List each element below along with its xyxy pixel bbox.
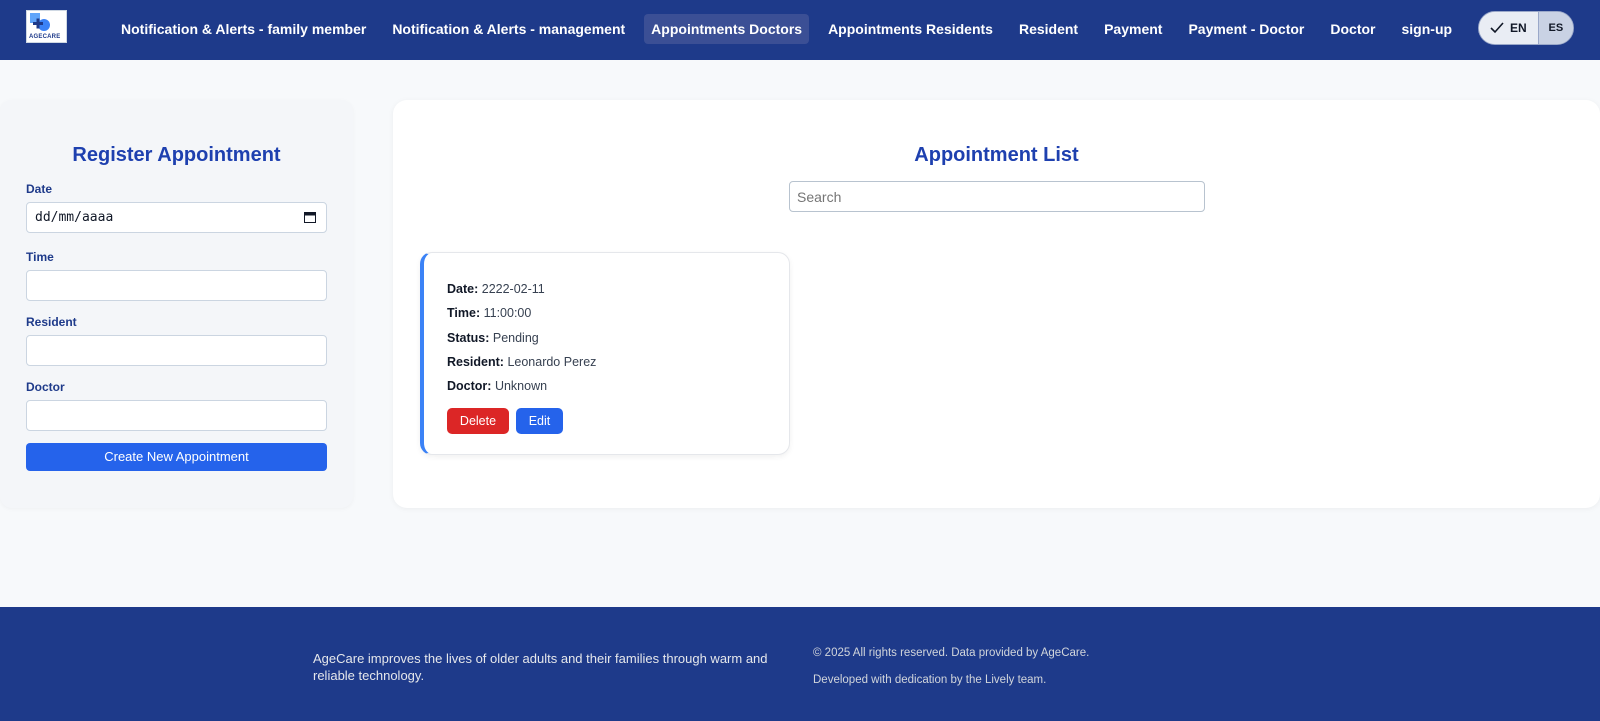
appointment-card: Date: 2222-02-11 Time: 11:00:00 Status: … — [420, 252, 790, 455]
appointment-time-label: Time: — [447, 306, 481, 320]
lang-es-label: ES — [1548, 22, 1564, 34]
nav-doctor[interactable]: Doctor — [1323, 14, 1382, 44]
doctor-input[interactable] — [26, 400, 327, 431]
nav-payment[interactable]: Payment — [1097, 14, 1169, 44]
time-label: Time — [26, 250, 54, 264]
appointment-doctor-row: Doctor: Unknown — [447, 379, 547, 393]
appointment-date-row: Date: 2222-02-11 — [447, 282, 545, 296]
appointment-date-value: 2222-02-11 — [481, 282, 545, 296]
nav-appointments-residents[interactable]: Appointments Residents — [821, 14, 1000, 44]
agecare-logo[interactable]: AGECARE — [26, 10, 67, 43]
lang-en-button[interactable]: EN — [1479, 12, 1538, 44]
nav-notifications-family[interactable]: Notification & Alerts - family member — [114, 14, 373, 44]
edit-button[interactable]: Edit — [516, 408, 563, 434]
logo-text: AGECARE — [29, 34, 61, 40]
footer-developed-by: Developed with dedication by the Lively … — [813, 674, 1047, 686]
nav-notifications-management[interactable]: Notification & Alerts - management — [385, 14, 632, 44]
top-navbar: AGECARE Notification & Alerts - family m… — [0, 0, 1600, 60]
delete-button[interactable]: Delete — [447, 408, 509, 434]
nav-appointments-doctors[interactable]: Appointments Doctors — [644, 14, 810, 44]
date-label: Date — [26, 182, 53, 196]
medical-cross-icon — [30, 13, 50, 31]
appointment-time-row: Time: 11:00:00 — [447, 306, 531, 320]
date-input-value: dd/mm/aaaa — [35, 210, 114, 225]
lang-en-label: EN — [1510, 21, 1527, 35]
resident-input[interactable] — [26, 335, 327, 366]
appointment-status-row: Status: Pending — [447, 331, 539, 345]
time-input[interactable] — [26, 270, 327, 301]
language-toggle: EN ES — [1478, 11, 1574, 45]
appointment-resident-row: Resident: Leonardo Perez — [447, 355, 596, 369]
appointment-status-value: Pending — [492, 331, 539, 345]
calendar-icon[interactable] — [304, 211, 316, 223]
appointment-time-value: 11:00:00 — [483, 306, 532, 320]
register-appointment-title: Register Appointment — [72, 144, 281, 166]
footer-copyright: © 2025 All rights reserved. Data provide… — [813, 647, 1090, 659]
search-input[interactable] — [789, 181, 1205, 212]
appointment-doctor-label: Doctor: — [447, 379, 492, 393]
create-appointment-button[interactable]: Create New Appointment — [26, 443, 327, 471]
appointment-status-label: Status: — [447, 331, 490, 345]
check-icon — [1490, 22, 1504, 34]
appointment-resident-value: Leonardo Perez — [507, 355, 597, 369]
footer: AgeCare improves the lives of older adul… — [0, 607, 1600, 721]
nav-resident[interactable]: Resident — [1012, 14, 1085, 44]
appointment-date-label: Date: — [447, 282, 479, 296]
date-input[interactable]: dd/mm/aaaa — [26, 202, 327, 233]
nav-sign-up[interactable]: sign-up — [1395, 14, 1460, 44]
lang-es-button[interactable]: ES — [1537, 12, 1573, 44]
resident-label: Resident — [26, 315, 77, 329]
main-nav: Notification & Alerts - family member No… — [114, 14, 1543, 44]
appointment-resident-label: Resident: — [447, 355, 504, 369]
nav-payment-doctor[interactable]: Payment - Doctor — [1181, 14, 1311, 44]
doctor-label: Doctor — [26, 380, 65, 394]
appointment-list-title: Appointment List — [914, 144, 1079, 166]
footer-description: AgeCare improves the lives of older adul… — [313, 651, 768, 683]
appointment-doctor-value: Unknown — [494, 379, 548, 393]
